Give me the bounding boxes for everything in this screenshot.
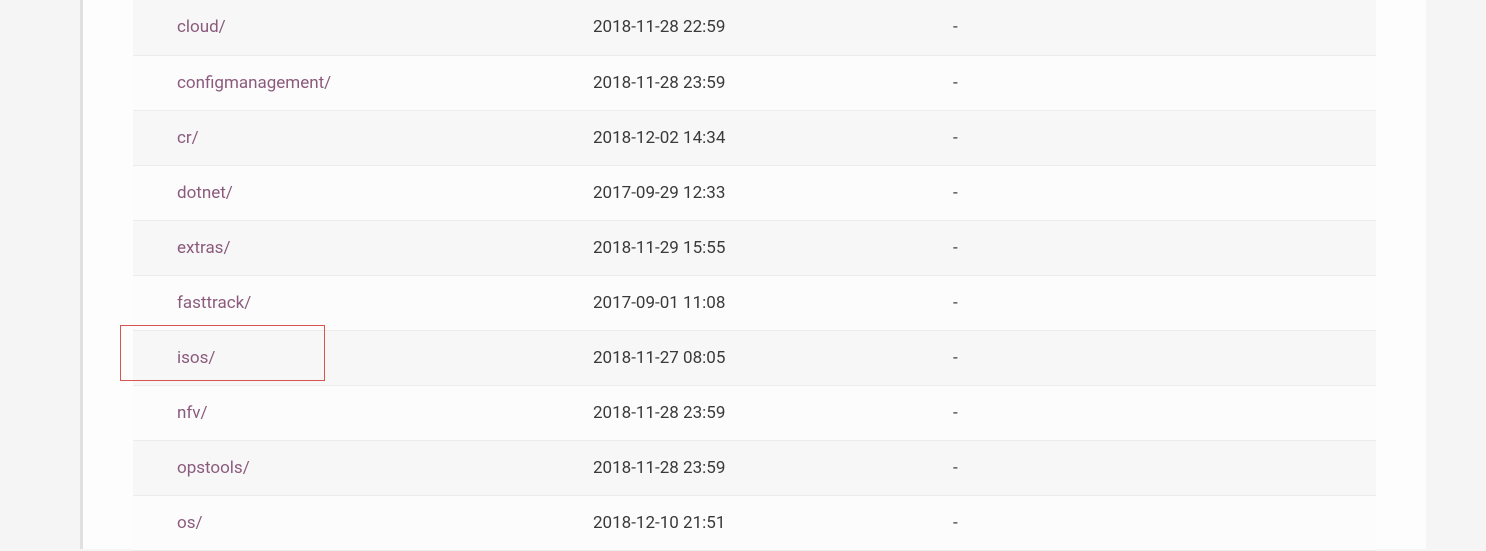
table-row: extras/ 2018-11-29 15:55 - xyxy=(133,220,1376,275)
dir-link-isos[interactable]: isos/ xyxy=(177,348,215,368)
cell-modified: 2018-11-28 23:59 xyxy=(593,440,953,495)
cell-modified: 2017-09-29 12:33 xyxy=(593,165,953,220)
table-row: os/ 2018-12-10 21:51 - xyxy=(133,495,1376,550)
cell-modified: 2018-12-02 14:34 xyxy=(593,110,953,165)
cell-modified: 2018-11-28 22:59 xyxy=(593,0,953,55)
dir-link-extras[interactable]: extras/ xyxy=(177,238,230,258)
cell-size: - xyxy=(953,440,1376,495)
cell-size: - xyxy=(953,330,1376,385)
cell-size: - xyxy=(953,275,1376,330)
table-row: isos/ 2018-11-27 08:05 - xyxy=(133,330,1376,385)
cell-size: - xyxy=(953,495,1376,550)
table-row: configmanagement/ 2018-11-28 23:59 - xyxy=(133,55,1376,110)
dir-link-dotnet[interactable]: dotnet/ xyxy=(177,183,233,203)
dir-link-fasttrack[interactable]: fasttrack/ xyxy=(177,293,251,313)
table-row: opstools/ 2018-11-28 23:59 - xyxy=(133,440,1376,495)
cell-modified: 2018-11-27 08:05 xyxy=(593,330,953,385)
dir-link-configmanagement[interactable]: configmanagement/ xyxy=(177,73,331,93)
cell-name: fasttrack/ xyxy=(133,275,593,330)
cell-modified: 2018-11-28 23:59 xyxy=(593,55,953,110)
dir-link-cr[interactable]: cr/ xyxy=(177,128,199,148)
cell-name: cr/ xyxy=(133,110,593,165)
cell-name: extras/ xyxy=(133,220,593,275)
dir-link-os[interactable]: os/ xyxy=(177,513,202,533)
listing-panel: cloud/ 2018-11-28 22:59 - configmanageme… xyxy=(80,0,1426,549)
cell-size: - xyxy=(953,385,1376,440)
page-container: cloud/ 2018-11-28 22:59 - configmanageme… xyxy=(0,0,1486,549)
dir-link-cloud[interactable]: cloud/ xyxy=(177,17,226,37)
cell-size: - xyxy=(953,55,1376,110)
cell-name: opstools/ xyxy=(133,440,593,495)
cell-modified: 2017-09-01 11:08 xyxy=(593,275,953,330)
cell-modified: 2018-11-29 15:55 xyxy=(593,220,953,275)
cell-modified: 2018-11-28 23:59 xyxy=(593,385,953,440)
cell-name: cloud/ xyxy=(133,0,593,55)
table-row: nfv/ 2018-11-28 23:59 - xyxy=(133,385,1376,440)
cell-name: configmanagement/ xyxy=(133,55,593,110)
cell-size: - xyxy=(953,220,1376,275)
table-row: fasttrack/ 2017-09-01 11:08 - xyxy=(133,275,1376,330)
cell-size: - xyxy=(953,110,1376,165)
table-row: dotnet/ 2017-09-29 12:33 - xyxy=(133,165,1376,220)
cell-modified: 2018-12-10 21:51 xyxy=(593,495,953,550)
cell-name: isos/ xyxy=(133,330,593,385)
dir-link-opstools[interactable]: opstools/ xyxy=(177,458,250,478)
cell-name: dotnet/ xyxy=(133,165,593,220)
cell-size: - xyxy=(953,165,1376,220)
directory-listing-table: cloud/ 2018-11-28 22:59 - configmanageme… xyxy=(133,0,1376,551)
cell-name: nfv/ xyxy=(133,385,593,440)
cell-name: os/ xyxy=(133,495,593,550)
cell-size: - xyxy=(953,0,1376,55)
table-row: cloud/ 2018-11-28 22:59 - xyxy=(133,0,1376,55)
dir-link-nfv[interactable]: nfv/ xyxy=(177,403,208,423)
table-row: cr/ 2018-12-02 14:34 - xyxy=(133,110,1376,165)
